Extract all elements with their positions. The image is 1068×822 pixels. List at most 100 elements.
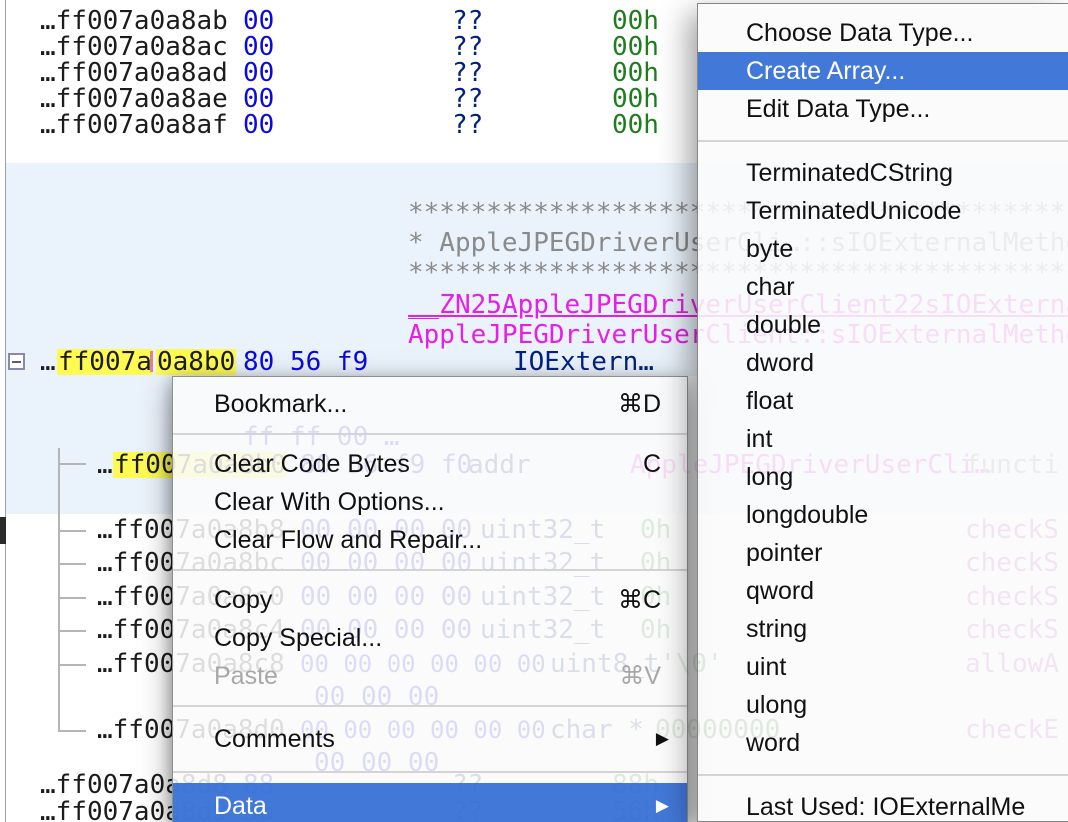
menu-item-label: Data xyxy=(214,792,267,820)
listing-field: … xyxy=(40,349,56,375)
listing-field: ?? xyxy=(452,8,483,34)
menu-item-label: Copy Special... xyxy=(214,624,382,652)
menu-item-label: Bookmark... xyxy=(214,390,347,418)
menu-item-label: double xyxy=(746,311,821,339)
listing-field: …ff007a0a8ae xyxy=(40,86,228,112)
menu-item-label: dword xyxy=(746,349,814,377)
listing-field: 0a8b0 xyxy=(156,349,236,375)
listing-field: ?? xyxy=(452,60,483,86)
menu-item-label: byte xyxy=(746,235,793,263)
menu-shortcut: C xyxy=(643,445,661,483)
listing-field: 00h xyxy=(612,60,659,86)
listing-field: ff007a xyxy=(57,349,153,375)
menu-item-clear-code-bytes[interactable]: Clear Code Bytes C xyxy=(173,445,687,483)
menu-item-label: pointer xyxy=(746,539,822,567)
menu-item-copy-special[interactable]: Copy Special... xyxy=(173,619,687,657)
menu-item-label: qword xyxy=(746,577,814,605)
menu-item-copy[interactable]: Copy ⌘C xyxy=(173,581,687,619)
menu-item-int[interactable]: int xyxy=(698,420,1068,458)
listing-field: …ff007a0a8ab xyxy=(40,8,228,34)
menu-separator xyxy=(173,705,687,707)
menu-item-label: char xyxy=(746,273,795,301)
menu-item-terminatedunicode[interactable]: TerminatedUnicode xyxy=(698,192,1068,230)
listing-field: … xyxy=(97,452,113,478)
menu-item-clear-with-options[interactable]: Clear With Options... xyxy=(173,483,687,521)
menu-item-label: ulong xyxy=(746,691,807,719)
ghidra-listing-screen: …ff007a0a8ab00??00h…ff007a0a8ac00??00h…f… xyxy=(0,0,1068,822)
listing-field: 00h xyxy=(612,8,659,34)
menu-item-label: Last Used: IOExternalMe xyxy=(746,793,1025,821)
menu-item-char[interactable]: char xyxy=(698,268,1068,306)
menu-item-label: float xyxy=(746,387,793,415)
menu-item-pointer[interactable]: pointer xyxy=(698,534,1068,572)
menu-item-label: Clear With Options... xyxy=(214,488,445,516)
menu-item-edit-data-type[interactable]: Edit Data Type... xyxy=(698,90,1068,128)
menu-shortcut: ⌘V xyxy=(619,657,661,695)
menu-item-label: Clear Flow and Repair... xyxy=(214,526,482,554)
listing-field: ?? xyxy=(452,112,483,138)
menu-item-qword[interactable]: qword xyxy=(698,572,1068,610)
menu-item-create-array[interactable]: Create Array... xyxy=(698,52,1068,90)
menu-separator xyxy=(173,771,687,773)
menu-item-label: TerminatedCString xyxy=(746,159,953,187)
menu-separator xyxy=(173,433,687,435)
menu-separator xyxy=(698,140,1068,142)
menu-item-byte[interactable]: byte xyxy=(698,230,1068,268)
menu-item-label: string xyxy=(746,615,807,643)
listing-field: 00 xyxy=(243,86,274,112)
menu-item-longdouble[interactable]: longdouble xyxy=(698,496,1068,534)
menu-item-comments[interactable]: Comments ▶ xyxy=(173,717,687,761)
menu-item-label: Create Array... xyxy=(746,57,905,85)
menu-item-uint[interactable]: uint xyxy=(698,648,1068,686)
submenu-arrow-icon: ▶ xyxy=(656,783,669,822)
menu-item-label: Paste xyxy=(214,662,278,690)
menu-separator xyxy=(698,774,1068,776)
menu-shortcut: ⌘D xyxy=(618,385,661,423)
listing-field: 00h xyxy=(612,86,659,112)
menu-shortcut: ⌘C xyxy=(618,581,661,619)
listing-field: 00 xyxy=(243,112,274,138)
listing-field: 00 xyxy=(243,34,274,60)
submenu-arrow-icon: ▶ xyxy=(656,717,669,761)
menu-item-clear-flow-and-repair[interactable]: Clear Flow and Repair... xyxy=(173,521,687,559)
menu-item-float[interactable]: float xyxy=(698,382,1068,420)
listing-field: ?? xyxy=(452,34,483,60)
listing-field: …ff007a0a8af xyxy=(40,112,228,138)
menu-item-dword[interactable]: dword xyxy=(698,344,1068,382)
listing-field: ?? xyxy=(452,86,483,112)
menu-item-last-used-ioexternalme[interactable]: Last Used: IOExternalMe xyxy=(698,788,1068,822)
listing-field: 00 xyxy=(243,60,274,86)
menu-item-long[interactable]: long xyxy=(698,458,1068,496)
listing-field: 00h xyxy=(612,34,659,60)
menu-item-ulong[interactable]: ulong xyxy=(698,686,1068,724)
menu-separator xyxy=(173,569,687,571)
menu-item-data[interactable]: Data ▶ xyxy=(173,783,687,822)
data-submenu: Choose Data Type... Create Array... Edit D… xyxy=(697,3,1068,822)
listing-field: 00h xyxy=(612,112,659,138)
listing-field: 80 56 f9 xyxy=(243,349,368,375)
context-menu: Bookmark... ⌘D Clear Code Bytes C Clear With… xyxy=(172,376,688,822)
menu-item-label: Choose Data Type... xyxy=(746,19,973,47)
menu-item-label: Copy xyxy=(214,586,272,614)
cursor-caret xyxy=(150,351,153,372)
listing-field: 00 xyxy=(243,8,274,34)
listing-field: …ff007a0a8ac xyxy=(40,34,228,60)
menu-item-double[interactable]: double xyxy=(698,306,1068,344)
listing-field: …ff007a0a8ad xyxy=(40,60,228,86)
menu-item-label: Comments xyxy=(214,725,335,753)
menu-item-string[interactable]: string xyxy=(698,610,1068,648)
menu-item-bookmark[interactable]: Bookmark... ⌘D xyxy=(173,385,687,423)
collapse-toggle-icon[interactable] xyxy=(8,353,25,370)
menu-item-label: uint xyxy=(746,653,786,681)
menu-item-word[interactable]: word xyxy=(698,724,1068,762)
menu-item-label: word xyxy=(746,729,800,757)
menu-item-label: Edit Data Type... xyxy=(746,95,930,123)
menu-item-label: TerminatedUnicode xyxy=(746,197,961,225)
menu-item-label: long xyxy=(746,463,793,491)
menu-item-paste: Paste ⌘V xyxy=(173,657,687,695)
menu-item-label: int xyxy=(746,425,772,453)
menu-item-choose-data-type[interactable]: Choose Data Type... xyxy=(698,14,1068,52)
listing-field: IOExtern… xyxy=(513,349,654,375)
menu-item-label: Clear Code Bytes xyxy=(214,450,410,478)
menu-item-terminatedcstring[interactable]: TerminatedCString xyxy=(698,154,1068,192)
